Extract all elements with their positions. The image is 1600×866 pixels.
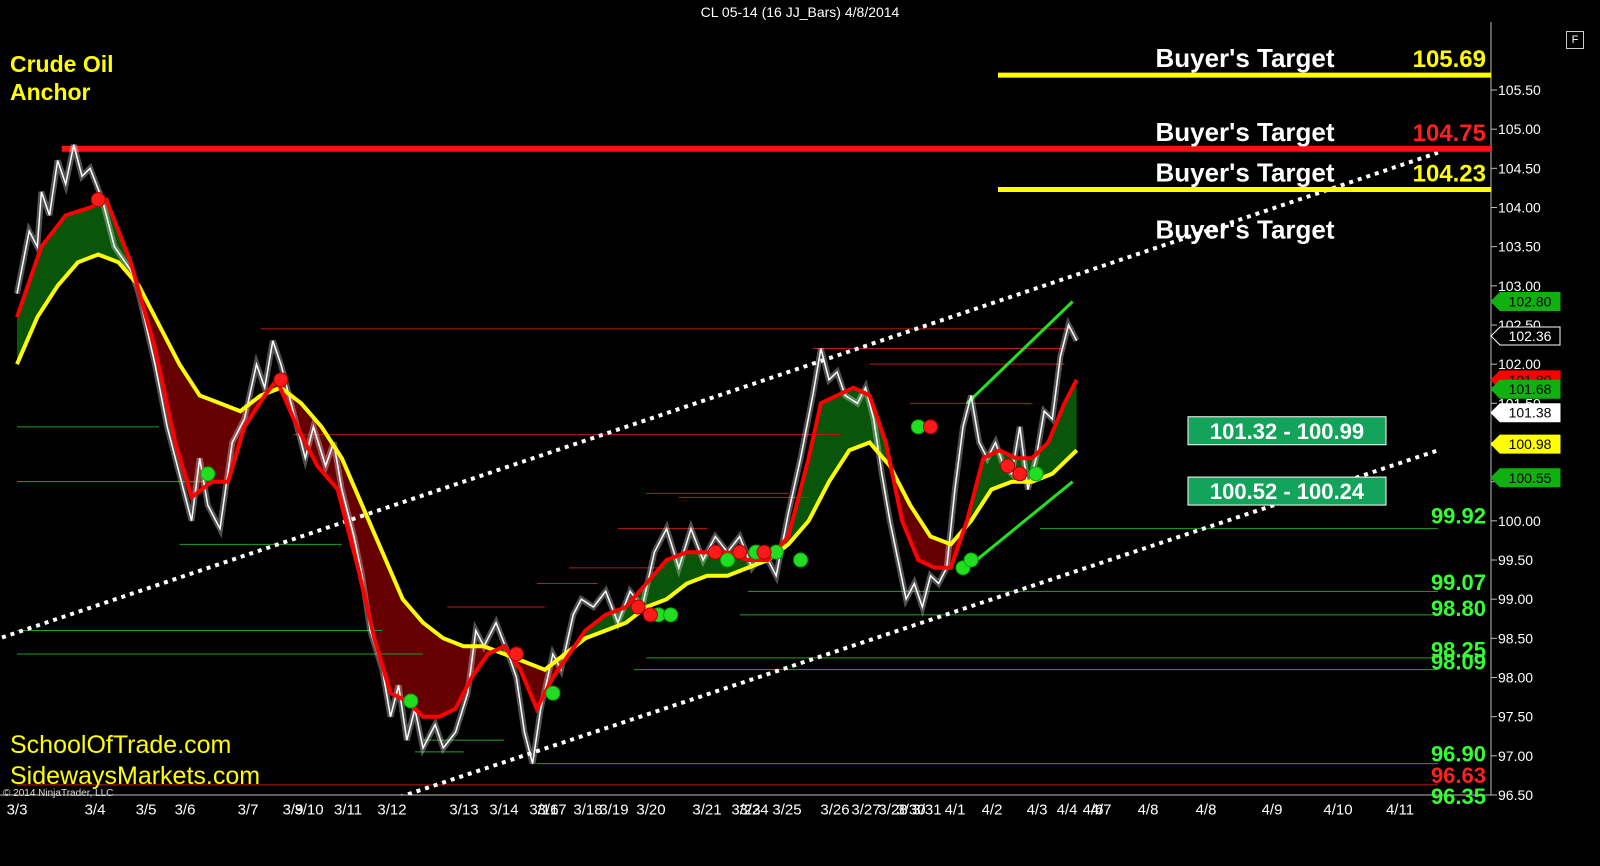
x-tick-label-35: 4/11 bbox=[1386, 801, 1414, 818]
x-tick-label-7: 3/11 bbox=[334, 801, 362, 818]
y-tick-label-13: 99.00 bbox=[1498, 591, 1533, 607]
y-tick-label-11: 100.00 bbox=[1498, 513, 1541, 529]
sell-signal-dot-9 bbox=[1000, 458, 1016, 474]
target-label-3: Buyer's Target bbox=[1155, 215, 1334, 245]
zone-label-0: 101.32 - 100.99 bbox=[1210, 419, 1364, 444]
x-tick-label-0: 3/3 bbox=[7, 801, 28, 818]
level-label-4: 98.09 bbox=[1431, 649, 1486, 674]
buy-signal-dot-1 bbox=[403, 693, 419, 709]
buy-signal-dot-4 bbox=[663, 607, 679, 623]
x-tick-label-33: 4/9 bbox=[1262, 801, 1283, 818]
buy-signal-dot-12 bbox=[1028, 466, 1044, 482]
x-tick-label-28: 4/4 bbox=[1057, 801, 1078, 818]
x-tick-label-8: 3/12 bbox=[377, 801, 406, 818]
level-label-1: 99.07 bbox=[1431, 570, 1486, 595]
y-tick-label-3: 104.00 bbox=[1498, 200, 1541, 216]
brand-line-2: Anchor bbox=[10, 79, 91, 105]
sell-signal-dot-3 bbox=[630, 599, 646, 615]
y-tick-label-1: 105.00 bbox=[1498, 121, 1541, 137]
target-value-2: 104.23 bbox=[1413, 160, 1486, 187]
x-tick-label-9: 3/13 bbox=[449, 801, 478, 818]
sell-signal-dot-7 bbox=[756, 544, 772, 560]
x-tick-label-12: 3/17 bbox=[537, 801, 566, 818]
zone-label-1: 100.52 - 100.24 bbox=[1210, 479, 1365, 504]
website-sideways-markets[interactable]: SidewaysMarkets.com bbox=[10, 761, 260, 791]
buy-signal-dot-11 bbox=[963, 552, 979, 568]
x-tick-label-32: 4/8 bbox=[1196, 801, 1217, 818]
bullish-ribbon bbox=[17, 199, 139, 365]
x-tick-label-10: 3/14 bbox=[489, 801, 518, 818]
level-label-2: 98.80 bbox=[1431, 596, 1486, 621]
buy-signal-dot-0 bbox=[200, 466, 216, 482]
x-tick-label-15: 3/20 bbox=[636, 801, 665, 818]
sell-signal-dot-0 bbox=[90, 192, 106, 208]
y-tick-label-15: 98.00 bbox=[1498, 670, 1533, 686]
x-tick-label-13: 3/18 bbox=[573, 801, 602, 818]
x-tick-label-30: 4/7 bbox=[1091, 801, 1112, 818]
website-school-of-trade[interactable]: SchoolOfTrade.com bbox=[10, 730, 231, 760]
x-tick-label-2: 3/5 bbox=[136, 801, 157, 818]
y-tick-label-2: 104.50 bbox=[1498, 160, 1541, 176]
target-value-1: 104.75 bbox=[1413, 120, 1486, 147]
y-tick-label-16: 97.50 bbox=[1498, 709, 1533, 725]
x-tick-label-20: 3/26 bbox=[820, 801, 849, 818]
x-tick-label-1: 3/4 bbox=[85, 801, 106, 818]
axis-marker-label-6: 100.55 bbox=[1509, 470, 1552, 486]
x-tick-label-21: 3/27 bbox=[851, 801, 880, 818]
axis-marker-label-5: 100.98 bbox=[1509, 436, 1552, 452]
x-tick-label-3: 3/6 bbox=[175, 801, 196, 818]
buy-signal-dot-5 bbox=[720, 552, 735, 568]
target-label-0: Buyer's Target bbox=[1155, 43, 1334, 73]
copyright-notice: © 2014 NinjaTrader, LLC bbox=[3, 788, 114, 799]
x-tick-label-18: 3/24 bbox=[739, 801, 768, 818]
y-tick-label-4: 103.50 bbox=[1498, 239, 1541, 255]
level-label-7: 96.35 bbox=[1431, 784, 1486, 809]
buy-signal-dot-2 bbox=[545, 685, 561, 701]
y-tick-label-5: 103.00 bbox=[1498, 278, 1541, 294]
x-tick-label-24: 3/31 bbox=[912, 801, 941, 818]
y-tick-label-14: 98.50 bbox=[1498, 630, 1533, 646]
y-tick-label-7: 102.00 bbox=[1498, 356, 1541, 372]
x-tick-label-4: 3/7 bbox=[238, 801, 259, 818]
x-tick-label-16: 3/21 bbox=[692, 801, 721, 818]
x-tick-label-31: 4/8 bbox=[1138, 801, 1159, 818]
brand-line-1: Crude Oil bbox=[10, 51, 114, 77]
x-tick-label-6: 3/10 bbox=[294, 801, 323, 818]
sell-signal-dot-5 bbox=[707, 544, 723, 560]
target-value-0: 105.69 bbox=[1413, 46, 1486, 73]
sell-signal-dot-10 bbox=[1012, 466, 1028, 482]
y-tick-label-0: 105.50 bbox=[1498, 82, 1541, 98]
x-tick-label-27: 4/3 bbox=[1027, 801, 1048, 818]
price-bars-shadow bbox=[14, 144, 1080, 765]
x-tick-label-19: 3/25 bbox=[772, 801, 801, 818]
y-tick-label-18: 96.50 bbox=[1498, 787, 1533, 803]
target-label-1: Buyer's Target bbox=[1155, 117, 1334, 147]
sell-signal-dot-1 bbox=[273, 372, 289, 388]
sell-signal-dot-6 bbox=[732, 544, 748, 560]
x-tick-label-25: 4/1 bbox=[945, 801, 966, 818]
x-tick-label-34: 4/10 bbox=[1323, 801, 1352, 818]
axis-marker-label-4: 101.38 bbox=[1509, 405, 1552, 421]
target-label-2: Buyer's Target bbox=[1155, 157, 1334, 187]
y-tick-label-17: 97.00 bbox=[1498, 748, 1533, 764]
axis-marker-label-0: 102.80 bbox=[1509, 294, 1552, 310]
axis-marker-label-3: 101.68 bbox=[1509, 381, 1552, 397]
level-label-0: 99.92 bbox=[1431, 504, 1486, 529]
sell-signal-dot-4 bbox=[642, 607, 658, 623]
sell-signal-dot-2 bbox=[508, 646, 524, 662]
buy-signal-dot-8 bbox=[793, 552, 809, 568]
sell-signal-dot-8 bbox=[923, 419, 938, 435]
y-tick-label-12: 99.50 bbox=[1498, 552, 1533, 568]
axis-marker-label-1: 102.36 bbox=[1509, 328, 1552, 344]
price-chart: Buyer's Target 105.69 Buyer's Target 104.75… bbox=[0, 22, 1561, 818]
x-tick-label-14: 3/19 bbox=[599, 801, 628, 818]
x-tick-label-26: 4/2 bbox=[982, 801, 1003, 818]
